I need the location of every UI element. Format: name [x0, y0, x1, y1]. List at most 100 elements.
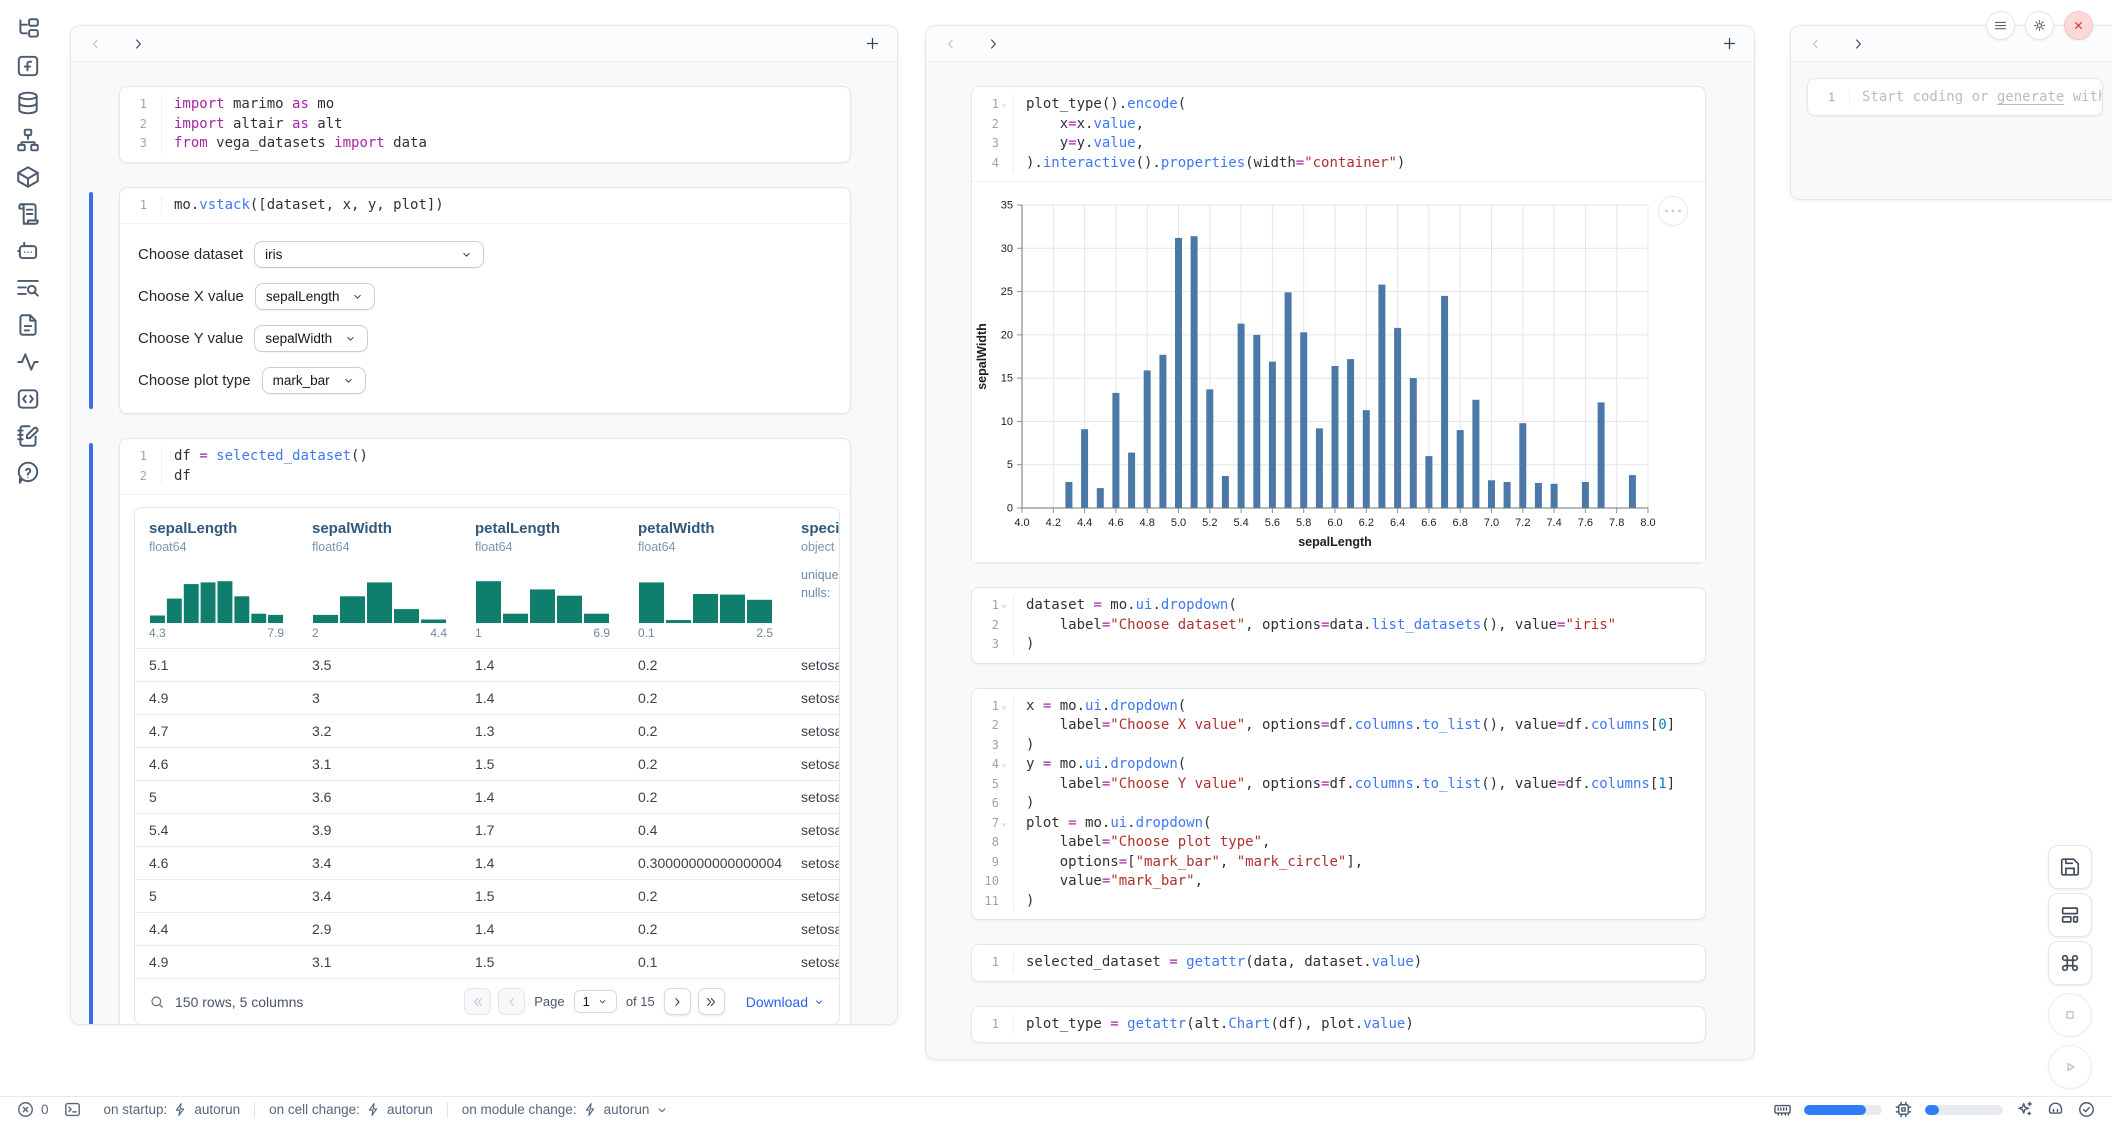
fold-chevron-icon[interactable]: ⌄: [999, 755, 1009, 775]
first-page-button[interactable]: [464, 988, 491, 1015]
dropdown-label: Choose plot type: [138, 372, 251, 389]
table-row[interactable]: 53.61.40.2setosa: [135, 780, 839, 813]
table-cell: setosa: [787, 748, 839, 780]
cell-vstack[interactable]: 1mo.vstack([dataset, x, y, plot]) Choose …: [119, 187, 851, 415]
ai-sparkles-button[interactable]: [2015, 1100, 2034, 1119]
code-line: 9 options=["mark_bar", "mark_circle"],: [972, 853, 1705, 873]
cell-dataset-dropdown[interactable]: 1⌄dataset = mo.ui.dropdown(2 label="Choo…: [971, 587, 1706, 664]
cell-plot-expression[interactable]: 1⌄plot_type().encode(2 x=x.value,3 y=y.v…: [971, 86, 1706, 563]
save-button[interactable]: [2048, 845, 2092, 889]
copilot-button[interactable]: [2046, 1100, 2065, 1119]
package-icon[interactable]: [15, 164, 41, 190]
dropdown-plot-type[interactable]: mark_bar: [262, 367, 366, 394]
column-header-petalWidth[interactable]: petalWidthfloat640.12.5: [624, 508, 787, 648]
fold-chevron-icon[interactable]: ⌄: [999, 814, 1009, 834]
table-row[interactable]: 4.63.41.40.30000000000000004setosa: [135, 846, 839, 879]
network-icon[interactable]: [15, 127, 41, 153]
dropdown-dataset[interactable]: iris: [254, 241, 484, 268]
add-cell-button[interactable]: [1718, 33, 1740, 55]
runtime-on-startup[interactable]: on startup: autorun: [104, 1102, 241, 1117]
column-histogram[interactable]: [475, 563, 610, 623]
table-row[interactable]: 4.93.11.50.1setosa: [135, 945, 839, 978]
table-cell: 1.5: [461, 880, 624, 912]
bot-message-icon[interactable]: [15, 238, 41, 264]
cell-empty-editor[interactable]: 1 Start coding or generate with: [1807, 78, 2103, 116]
table-row[interactable]: 53.41.50.2setosa: [135, 879, 839, 912]
table-row[interactable]: 4.73.21.30.2setosa: [135, 714, 839, 747]
search-icon[interactable]: [149, 994, 165, 1010]
column-header-species[interactable]: speciesobjectunique:nulls:: [787, 508, 839, 648]
help-circle-icon[interactable]: [15, 460, 41, 486]
svg-text:7.0: 7.0: [1484, 517, 1499, 529]
cell-imports[interactable]: 1import marimo as mo2import altair as al…: [119, 86, 851, 163]
runtime-on-module-change[interactable]: on module change: autorun: [462, 1102, 670, 1117]
run-button[interactable]: [2048, 1045, 2092, 1089]
menu-button[interactable]: [1986, 11, 2015, 40]
dropdown-y-value[interactable]: sepalWidth: [254, 325, 368, 352]
history-back-button[interactable]: [1805, 33, 1827, 55]
page-select[interactable]: 1: [574, 990, 617, 1013]
table-row[interactable]: 5.43.91.70.4setosa: [135, 813, 839, 846]
settings-button[interactable]: [2025, 11, 2054, 40]
dropdown-x-value[interactable]: sepalLength: [255, 283, 376, 310]
column-histogram[interactable]: [149, 563, 284, 623]
code-snippet-icon[interactable]: [15, 386, 41, 412]
table-row[interactable]: 4.63.11.50.2setosa: [135, 747, 839, 780]
command-palette-button[interactable]: [2048, 941, 2092, 985]
column-histogram[interactable]: [312, 563, 447, 623]
next-page-button[interactable]: [664, 988, 691, 1015]
code-editor[interactable]: 1import marimo as mo2import altair as al…: [120, 87, 850, 162]
file-tree-icon[interactable]: [15, 16, 41, 42]
add-cell-button[interactable]: [861, 33, 883, 55]
fold-chevron-icon[interactable]: ⌄: [999, 596, 1009, 616]
file-text-icon[interactable]: [15, 312, 41, 338]
errors-indicator[interactable]: 0: [16, 1100, 49, 1119]
cell-selected-dataset[interactable]: 1selected_dataset = getattr(data, datase…: [971, 944, 1706, 982]
code-text: selected_dataset = getattr(data, dataset…: [1014, 953, 1422, 973]
code-editor[interactable]: 1df = selected_dataset()2df: [120, 439, 850, 494]
history-forward-button[interactable]: [1847, 33, 1869, 55]
column-histogram[interactable]: [638, 563, 773, 623]
code-editor[interactable]: 1mo.vstack([dataset, x, y, plot]): [120, 188, 850, 224]
altair-bar-chart[interactable]: 4.04.24.44.64.85.05.25.45.65.86.06.26.46…: [972, 182, 1705, 562]
cell-plot-type[interactable]: 1plot_type = getattr(alt.Chart(df), plot…: [971, 1006, 1706, 1044]
table-row[interactable]: 4.931.40.2setosa: [135, 681, 839, 714]
generate-with-ai-link[interactable]: generate: [1997, 89, 2064, 105]
database-icon[interactable]: [15, 90, 41, 116]
connection-status-icon[interactable]: [2077, 1100, 2096, 1119]
runtime-on-cell-change[interactable]: on cell change: autorun: [269, 1102, 433, 1117]
history-back-button[interactable]: [940, 33, 962, 55]
notebook-pen-icon[interactable]: [15, 423, 41, 449]
layout-button[interactable]: [2048, 893, 2092, 937]
code-editor[interactable]: 1selected_dataset = getattr(data, datase…: [972, 945, 1705, 981]
column-header-sepalWidth[interactable]: sepalWidthfloat6424.4: [298, 508, 461, 648]
table-row[interactable]: 5.13.51.40.2setosa: [135, 648, 839, 681]
function-square-icon[interactable]: [15, 53, 41, 79]
close-button[interactable]: [2064, 11, 2093, 40]
history-forward-button[interactable]: [982, 33, 1004, 55]
cell-xy-plot-dropdowns[interactable]: 1⌄x = mo.ui.dropdown(2 label="Choose X v…: [971, 688, 1706, 921]
code-editor[interactable]: 1⌄dataset = mo.ui.dropdown(2 label="Choo…: [972, 588, 1705, 663]
scroll-icon[interactable]: [15, 201, 41, 227]
download-button[interactable]: Download: [746, 994, 825, 1010]
terminal-button[interactable]: [63, 1100, 82, 1119]
code-editor[interactable]: 1plot_type = getattr(alt.Chart(df), plot…: [972, 1007, 1705, 1043]
line-number: 3: [972, 736, 1014, 756]
text-search-icon[interactable]: [15, 275, 41, 301]
column-header-petalLength[interactable]: petalLengthfloat6416.9: [461, 508, 624, 648]
column-header-sepalLength[interactable]: sepalLengthfloat644.37.9: [135, 508, 298, 648]
code-editor[interactable]: 1⌄plot_type().encode(2 x=x.value,3 y=y.v…: [972, 87, 1705, 181]
last-page-button[interactable]: [698, 988, 725, 1015]
history-back-button[interactable]: [85, 33, 107, 55]
code-editor[interactable]: 1⌄x = mo.ui.dropdown(2 label="Choose X v…: [972, 689, 1705, 920]
table-cell: 3: [298, 682, 461, 714]
table-row[interactable]: 4.42.91.40.2setosa: [135, 912, 839, 945]
cell-dataframe[interactable]: 1df = selected_dataset()2df sepalLengthfl…: [119, 438, 851, 1025]
fold-chevron-icon[interactable]: ⌄: [999, 697, 1009, 717]
activity-icon[interactable]: [15, 349, 41, 375]
editor-placeholder[interactable]: Start coding or generate with: [1850, 89, 2102, 105]
history-forward-button[interactable]: [127, 33, 149, 55]
fold-chevron-icon[interactable]: ⌄: [999, 95, 1009, 115]
stop-button[interactable]: [2048, 993, 2092, 1037]
previous-page-button[interactable]: [498, 988, 525, 1015]
